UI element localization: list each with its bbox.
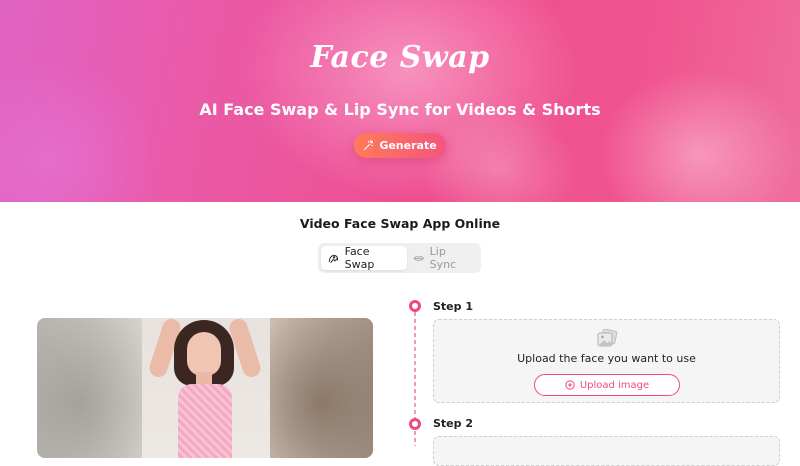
- tab-face-swap[interactable]: Face Swap: [321, 245, 407, 271]
- step-2-area[interactable]: [433, 436, 780, 466]
- mode-tabs: Face Swap Lip Sync: [318, 243, 481, 273]
- preview-photo: [142, 318, 270, 458]
- face-upload-area[interactable]: Upload the face you want to use Upload i…: [433, 319, 780, 403]
- image-icon: [597, 329, 618, 347]
- hero-glow: [600, 70, 800, 202]
- hero-glow: [0, 60, 160, 202]
- generate-button-label: Generate: [379, 139, 437, 152]
- preview-blur: [37, 318, 147, 458]
- lips-icon: [413, 255, 425, 261]
- hero-banner: Face Swap AI Face Swap & Lip Sync for Vi…: [0, 0, 800, 202]
- tab-face-swap-label: Face Swap: [344, 245, 375, 271]
- upload-image-button-label: Upload image: [579, 379, 650, 391]
- hero-tagline: AI Face Swap & Lip Sync for Videos & Sho…: [199, 100, 601, 119]
- tab-lip-sync[interactable]: Lip Sync: [407, 245, 477, 271]
- step-1-marker: [409, 300, 421, 312]
- upload-image-button[interactable]: Upload image: [534, 374, 680, 396]
- face-swap-icon: [328, 254, 338, 263]
- upload-instructions: Upload the face you want to use: [517, 352, 696, 365]
- tab-lip-sync-label: Lip Sync: [429, 245, 457, 271]
- preview-video: [37, 318, 373, 458]
- step-2-marker: [409, 418, 421, 430]
- section-title: Video Face Swap App Online: [299, 216, 501, 231]
- app-logo: Face Swap: [310, 40, 490, 75]
- plus-circle-icon: [565, 380, 575, 390]
- generate-button[interactable]: Generate: [354, 133, 446, 158]
- magic-wand-icon: [364, 140, 374, 151]
- step-1-label: Step 1: [433, 300, 473, 313]
- step-2-label: Step 2: [433, 417, 473, 430]
